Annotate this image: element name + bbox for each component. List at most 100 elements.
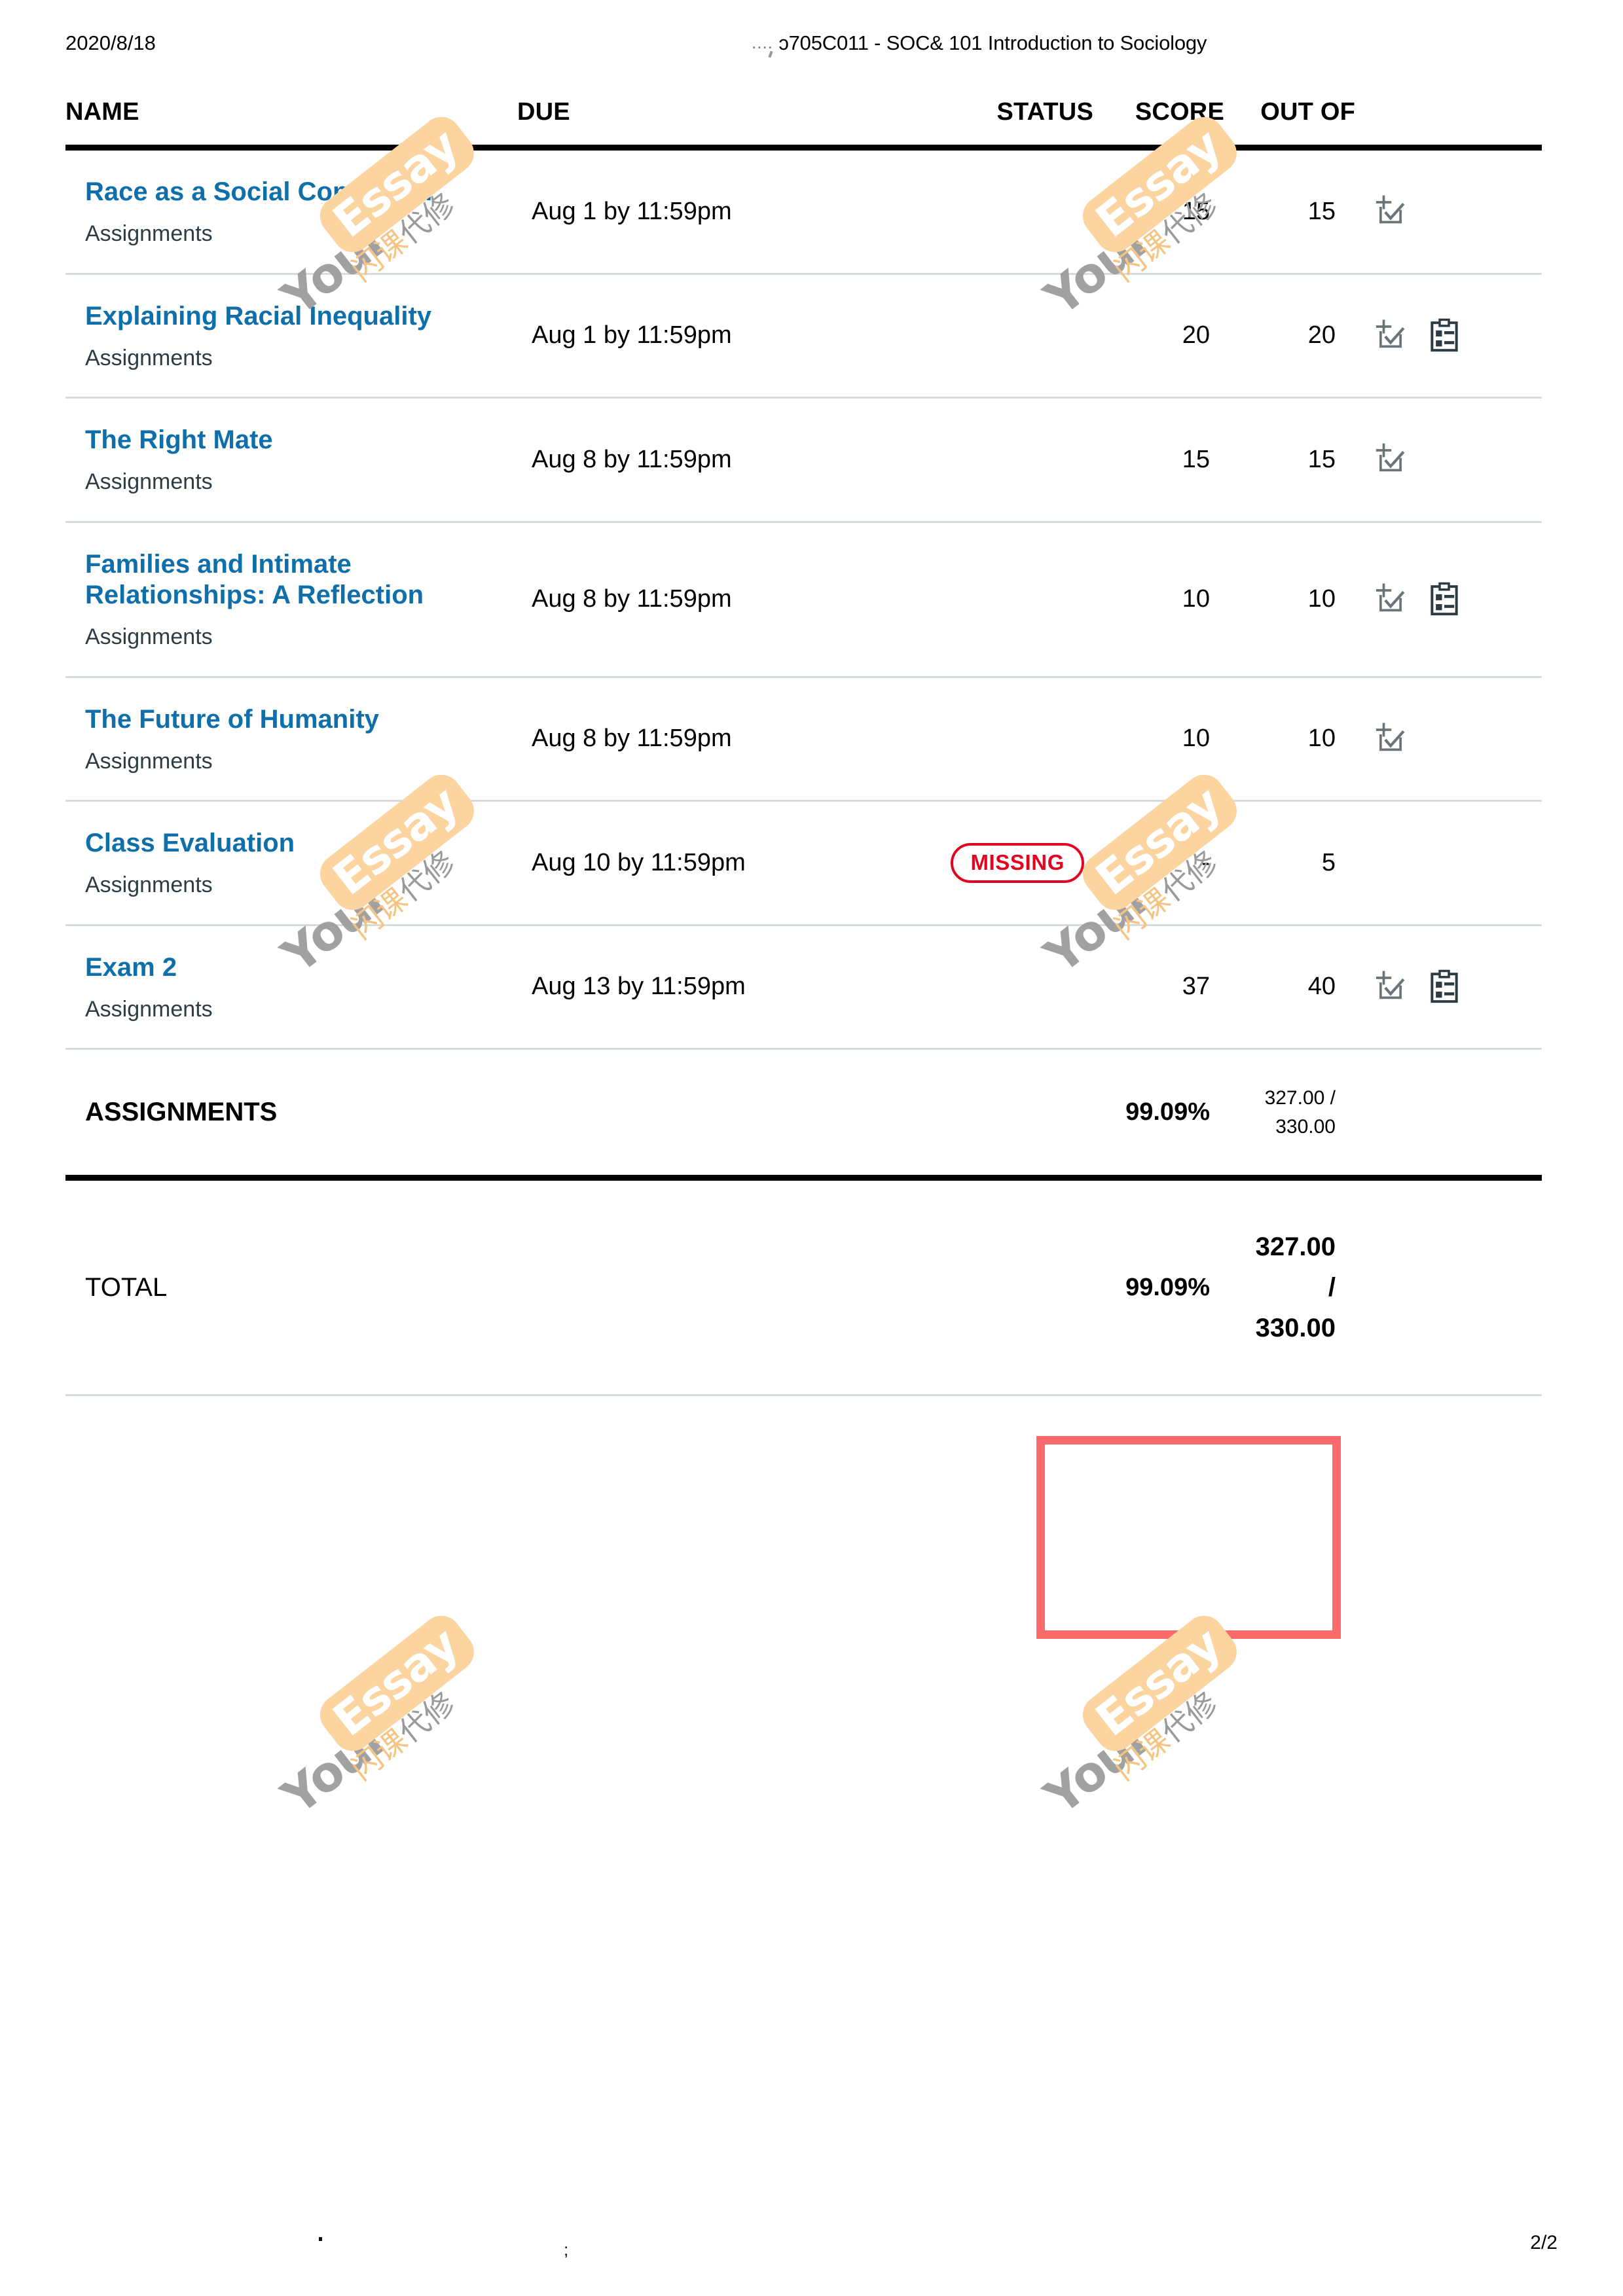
due-date: Aug 13 by 11:59pm [517,925,910,1050]
row-icons [1355,397,1542,523]
group-summary-possible: 330.00 [1275,1115,1336,1138]
course-title: .... ᴐ705C011 - SOC& 101 Introduction to… [752,31,1207,55]
assignment-name-cell: Race as a Social Construct? Assignments [65,147,517,275]
assignment-link[interactable]: The Future of Humanity [85,704,517,735]
footer-stray-mark-mid: ; [564,2240,569,2259]
page-footer: ; 2/2 [0,2232,1623,2265]
comment-icon[interactable] [1426,969,1463,1005]
status-badge-missing: MISSING [951,842,1084,883]
rubric-icon[interactable] [1372,193,1409,230]
assignment-link[interactable]: The Right Mate [85,425,517,456]
status-cell [910,522,1093,678]
row-icons [1355,147,1542,275]
assignment-group-label: Assignments [85,996,213,1022]
total-earned: 327.00 [1255,1232,1336,1262]
watermark-cn-right: 代修 [392,1685,462,1750]
watermark-essay-box: Essay [312,1607,482,1759]
table-row: The Future of Humanity Assignments Aug 8… [65,677,1542,802]
course-title-text: ᴐ705C011 - SOC& 101 Introduction to Soci… [778,31,1207,54]
watermark-essay-box: Essay [1074,1607,1245,1759]
assignment-link[interactable]: Race as a Social Construct? [85,177,517,207]
footer-stray-mark-left [319,2237,322,2241]
table-row: Explaining Racial Inequality Assignments… [65,274,1542,399]
watermark-cn-left: 闪课 [344,1722,414,1787]
rubric-icon[interactable] [1372,581,1409,618]
watermark-chinese: 闪课代修 [1107,1685,1224,1787]
status-cell: MISSING [910,800,1093,926]
group-summary-percent: 99.09% [1093,1049,1224,1181]
assignment-group-label: Assignments [85,221,213,247]
table-row: Race as a Social Construct? Assignments … [65,147,1542,275]
total-points: 327.00 / 330.00 [1224,1177,1355,1397]
group-summary-icons-spacer [1355,1049,1542,1181]
watermark-essay: Essay [323,1617,469,1747]
total-status-spacer [910,1177,1093,1397]
assignment-name-cell: Exam 2 Assignments [65,925,517,1050]
watermark: Your Essay 闪课代修 [259,1607,482,1825]
assignment-name-cell: Families and Intimate Relationships: A R… [65,522,517,678]
due-date: Aug 1 by 11:59pm [517,147,910,275]
table-row: Class Evaluation Assignments Aug 10 by 1… [65,800,1542,926]
rubric-icon[interactable] [1372,441,1409,478]
rubric-icon[interactable] [1372,969,1409,1005]
status-cell [910,925,1093,1050]
score-value: - [1093,800,1224,926]
status-cell [910,274,1093,399]
comment-icon[interactable] [1426,581,1463,618]
assignment-group-label: Assignments [85,748,213,774]
due-date: Aug 1 by 11:59pm [517,274,910,399]
watermark: Your Essay 闪课代修 [1021,1607,1245,1825]
table-header-row: NAME DUE STATUS SCORE OUT OF [65,92,1542,151]
page-number: 2/2 [1530,2232,1558,2253]
assignment-link[interactable]: Exam 2 [85,952,517,983]
print-date: 2020/8/18 [65,31,156,54]
assignment-name-cell: The Future of Humanity Assignments [65,677,517,802]
assignment-group-label: Assignments [85,624,213,650]
total-label: TOTAL [65,1177,517,1397]
comment-icon[interactable] [1426,317,1463,354]
table-header: NAME DUE STATUS SCORE OUT OF [65,92,1542,151]
group-summary-label: ASSIGNMENTS [65,1049,517,1181]
column-header-status: STATUS [910,92,1093,151]
group-summary-earned: 327.00 / [1264,1087,1336,1109]
column-header-name: NAME [65,92,517,151]
column-header-out-of: OUT OF [1224,92,1355,151]
row-icons [1355,677,1542,802]
score-value: 20 [1093,274,1224,399]
score-value: 10 [1093,677,1224,802]
column-header-due: DUE [517,92,910,151]
table-row: Exam 2 Assignments Aug 13 by 11:59pm 37 … [65,925,1542,1050]
out-of-value: 40 [1224,925,1355,1050]
assignment-group-summary-row: ASSIGNMENTS 99.09% 327.00 / 330.00 [65,1049,1542,1181]
rubric-icon[interactable] [1372,721,1409,757]
assignment-name-cell: Explaining Racial Inequality Assignments [65,274,517,399]
table-row: The Right Mate Assignments Aug 8 by 11:5… [65,397,1542,523]
rubric-icon[interactable] [1372,317,1409,354]
due-date: Aug 8 by 11:59pm [517,522,910,678]
assignment-link[interactable]: Families and Intimate Relationships: A R… [85,549,517,611]
title-truncation-ellipsis: .... [752,33,773,52]
assignment-link[interactable]: Explaining Racial Inequality [85,301,517,332]
out-of-value: 5 [1224,800,1355,926]
score-value: 37 [1093,925,1224,1050]
total-percent: 99.09% [1093,1177,1224,1397]
grades-table: NAME DUE STATUS SCORE OUT OF Race as a S… [65,92,1542,1397]
group-summary-status-spacer [910,1049,1093,1181]
score-value: 15 [1093,397,1224,523]
total-row: TOTAL 99.09% 327.00 / 330.00 [65,1177,1542,1397]
due-date: Aug 10 by 11:59pm [517,800,910,926]
assignment-link[interactable]: Class Evaluation [85,828,517,859]
due-date: Aug 8 by 11:59pm [517,677,910,802]
column-header-score: SCORE [1093,92,1224,151]
assignment-group-label: Assignments [85,469,213,495]
status-cell [910,147,1093,275]
row-icons [1355,925,1542,1050]
row-icons [1355,522,1542,678]
out-of-value: 15 [1224,397,1355,523]
total-due-spacer [517,1177,910,1397]
assignment-name-cell: Class Evaluation Assignments [65,800,517,926]
assignment-group-label: Assignments [85,345,213,370]
assignment-group-label: Assignments [85,872,213,898]
score-value: 10 [1093,522,1224,678]
watermark-essay: Essay [1085,1617,1231,1747]
